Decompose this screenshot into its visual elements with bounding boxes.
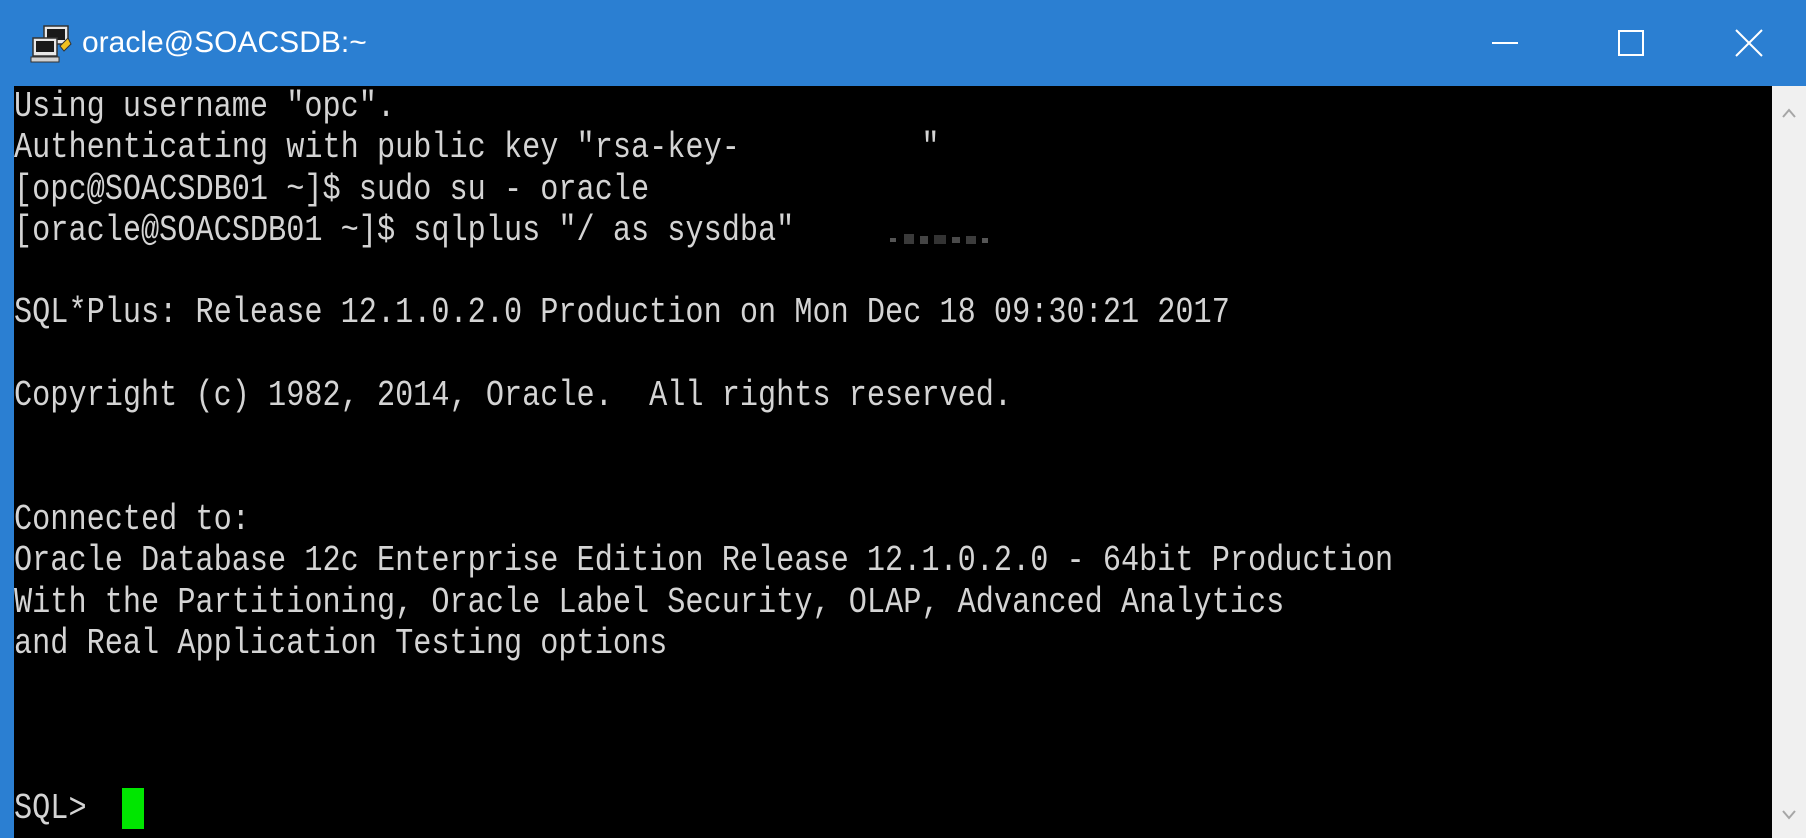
close-button[interactable] [1692, 0, 1806, 86]
terminal-output[interactable]: Using username "opc". Authenticating wit… [14, 86, 1772, 838]
terminal-line: Using username "opc". [14, 86, 396, 127]
terminal-line: Authenticating with public key "rsa-key-… [14, 127, 940, 169]
putty-window: oracle@SOACSDB:~ Using username "opc". A… [0, 0, 1806, 838]
scroll-down-arrow-icon[interactable] [1772, 798, 1806, 832]
terminal-line: Oracle Database 12c Enterprise Edition R… [14, 540, 1394, 582]
minimize-button[interactable] [1440, 0, 1570, 86]
scroll-up-arrow-icon[interactable] [1772, 96, 1806, 130]
terminal-cursor [122, 788, 144, 829]
window-title: oracle@SOACSDB:~ [82, 26, 367, 59]
title-bar[interactable]: oracle@SOACSDB:~ [0, 0, 1806, 86]
terminal-line: [oracle@SOACSDB01 ~]$ sqlplus "/ as sysd… [14, 209, 795, 251]
redacted-key-blur [890, 234, 988, 244]
terminal-lines: Using username "opc". Authenticating wit… [14, 86, 1656, 705]
terminal-line: and Real Application Testing options [14, 622, 668, 664]
sql-prompt-row[interactable]: SQL> [14, 788, 144, 829]
putty-terminal-icon[interactable] [30, 24, 74, 64]
maximize-button[interactable] [1566, 0, 1696, 86]
terminal-line: [opc@SOACSDB01 ~]$ sudo su - oracle [14, 168, 650, 210]
sql-prompt: SQL> [14, 788, 105, 829]
terminal-line: Connected to: [14, 498, 250, 540]
terminal-line: Copyright (c) 1982, 2014, Oracle. All ri… [14, 375, 1013, 417]
vertical-scrollbar[interactable] [1772, 86, 1806, 838]
terminal-line: SQL*Plus: Release 12.1.0.2.0 Production … [14, 292, 1230, 334]
terminal-line: With the Partitioning, Oracle Label Secu… [14, 581, 1285, 623]
